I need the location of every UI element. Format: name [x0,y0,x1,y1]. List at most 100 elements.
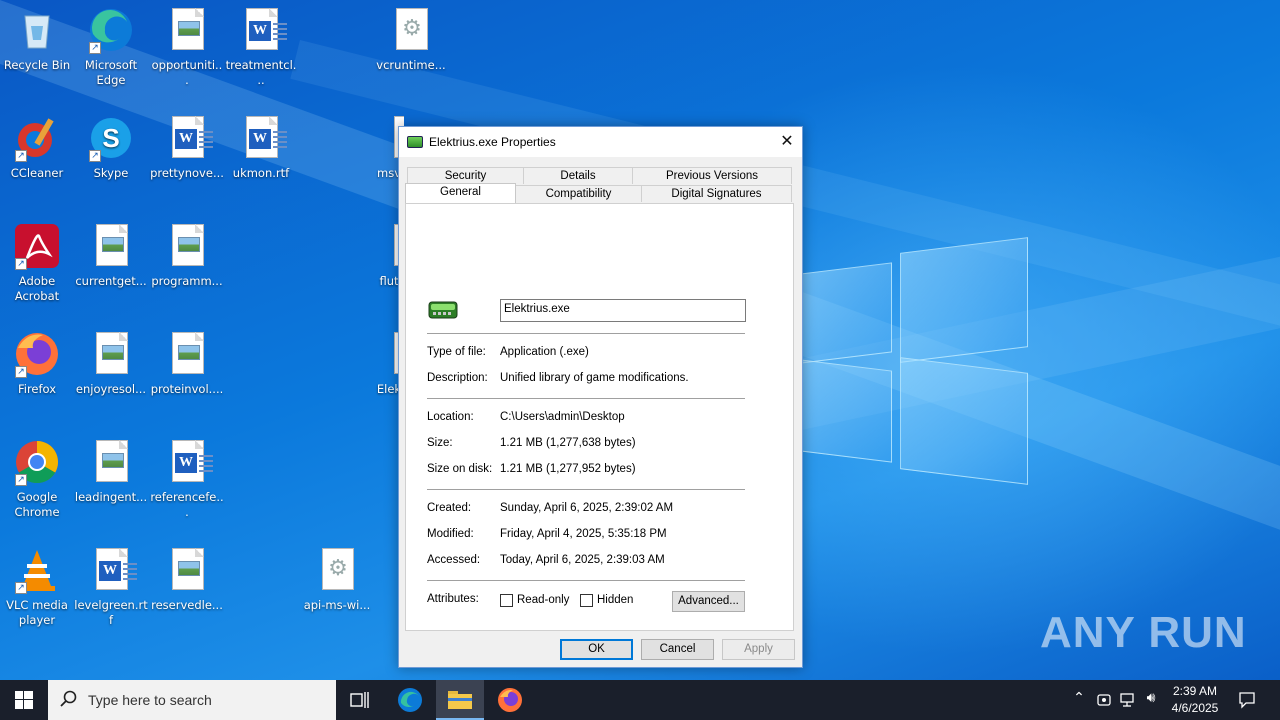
image-doc-icon [163,546,211,594]
ccleaner-icon: ↗ [13,114,61,162]
desktop-icon-label: Recycle Bin [3,58,71,72]
desktop-icon-label: Skype [93,166,129,180]
general-tab-panel: Elektrius.exe Type of file: Application … [405,203,794,631]
size-on-disk-label: Size on disk: [427,463,493,475]
desktop-icon-image-doc[interactable]: enjoyresol... [74,330,148,397]
separator [427,489,745,490]
image-doc-icon [163,6,211,54]
desktop-icon-word-doc[interactable]: Wreferencefe... [150,438,224,520]
cancel-button[interactable]: Cancel [641,639,714,660]
tab-digital-signatures[interactable]: Digital Signatures [641,185,792,202]
desktop-icon-label: Firefox [17,382,57,396]
type-of-file-value: Application (.exe) [500,346,589,358]
desktop-icon-image-doc[interactable]: leadingent... [74,438,148,505]
desktop-icon-edge[interactable]: ↗ Microsoft Edge [74,6,148,88]
desktop-icon-label: VLC media player [6,598,68,627]
file-name-field[interactable]: Elektrius.exe [500,299,746,322]
desktop-icon-label: prettynove... [150,166,224,180]
size-label: Size: [427,437,453,449]
start-button[interactable] [0,680,48,720]
desktop-icon-label: opportuniti... [151,58,223,87]
desktop-icon-system-file[interactable]: ⚙ vcruntime... [374,6,448,73]
desktop-icon-label: ukmon.rtf [232,166,290,180]
desktop-icon-label: leadingent... [74,490,148,504]
desktop-icon-word-doc[interactable]: Wukmon.rtf [224,114,298,181]
show-hidden-icons-chevron-icon[interactable]: ⌃ [1069,690,1089,706]
image-doc-icon [163,222,211,270]
word-doc-icon: W [237,6,287,54]
desktop-icon-word-doc[interactable]: Wtreatmentcl... [224,6,298,88]
taskbar-clock[interactable]: 2:39 AM 4/6/2025 [1166,683,1224,717]
attributes-label: Attributes: [427,593,479,605]
shortcut-arrow-icon: ↗ [15,366,27,378]
taskbar-edge[interactable] [386,680,434,720]
desktop-icon-image-doc[interactable]: currentget... [74,222,148,289]
image-doc-icon [163,330,211,378]
desktop-icon-word-doc[interactable]: Wprettynove... [150,114,224,181]
tab-security[interactable]: Security [407,167,524,184]
taskbar-file-explorer[interactable] [436,680,484,720]
modified-value: Friday, April 4, 2025, 5:35:18 PM [500,528,667,540]
desktop-icon-image-doc[interactable]: opportuniti... [150,6,224,88]
modified-label: Modified: [427,528,474,540]
desktop-icon-image-doc[interactable]: proteinvol.... [150,330,224,397]
desktop-icon-label: currentget... [75,274,147,288]
word-doc-icon: W [163,438,213,486]
desktop-icon-image-doc[interactable]: programm... [150,222,224,289]
notification-center-icon[interactable] [1238,691,1256,709]
word-doc-icon: W [237,114,287,162]
taskbar: Type here to search ⌃ 🔊︎ 2:39 AM 4/6/202… [0,680,1280,720]
desktop-icon-ccleaner[interactable]: ↗ CCleaner [0,114,74,181]
tab-compatibility[interactable]: Compatibility [515,185,642,202]
separator [427,398,745,399]
ok-button[interactable]: OK [560,639,633,660]
clock-time: 2:39 AM [1172,684,1218,698]
desktop-icon-word-doc[interactable]: Wlevelgreen.rtf [74,546,148,628]
advanced-button[interactable]: Advanced... [672,591,745,612]
readonly-label: Read-only [517,594,570,606]
desktop-icon-acrobat[interactable]: ↗ Adobe Acrobat [0,222,74,304]
dialog-titlebar[interactable]: Elektrius.exe Properties ✕ [399,127,802,157]
task-view-button[interactable] [336,680,384,720]
taskbar-firefox[interactable] [486,680,534,720]
location-value: C:\Users\admin\Desktop [500,411,625,423]
shortcut-arrow-icon: ↗ [15,150,27,162]
hidden-label: Hidden [597,594,634,606]
desktop-icon-label: enjoyresol... [75,382,147,396]
desktop-icon-label: levelgreen.rtf [74,598,148,627]
desktop-icon-recycle-bin[interactable]: Recycle Bin [0,6,74,73]
close-icon[interactable]: ✕ [772,127,802,157]
desktop-icon-system-file[interactable]: ⚙ api-ms-wi... [300,546,374,613]
search-icon [60,690,77,707]
vlc-icon: ↗ [13,546,61,594]
tab-general[interactable]: General [405,183,516,203]
network-icon[interactable] [1118,692,1136,708]
desktop-icon-vlc[interactable]: ↗ VLC media player [0,546,74,628]
readonly-checkbox[interactable] [500,594,513,607]
system-file-icon: ⚙ [313,546,361,594]
windows-logo-icon [15,691,33,709]
dialog-title: Elektrius.exe Properties [429,135,556,149]
desktop-icon-firefox[interactable]: ↗ Firefox [0,330,74,397]
taskbar-search-box[interactable]: Type here to search [48,680,336,720]
desktop-icon-label: Adobe Acrobat [14,274,60,303]
hidden-checkbox[interactable] [580,594,593,607]
desktop-icon-chrome[interactable]: ↗ Google Chrome [0,438,74,520]
desktop-icon-skype[interactable]: S ↗ Skype [74,114,148,181]
size-on-disk-value: 1.21 MB (1,277,952 bytes) [500,463,636,475]
skype-icon: S ↗ [87,114,135,162]
svg-text:S: S [102,123,119,153]
clock-date: 4/6/2025 [1171,701,1219,715]
file-properties-dialog: Elektrius.exe Properties ✕ Security Deta… [398,126,803,668]
tab-details[interactable]: Details [523,167,633,184]
shortcut-arrow-icon: ↗ [15,258,27,270]
tab-previous-versions[interactable]: Previous Versions [632,167,792,184]
task-view-icon [350,692,369,708]
volume-icon[interactable]: 🔊︎ [1141,690,1161,706]
apply-button[interactable]: Apply [722,639,795,660]
meet-now-icon[interactable] [1096,692,1112,708]
desktop-icon-image-doc[interactable]: reservedle... [150,546,224,613]
tab-digital-signatures-label: Digital Signatures [671,188,762,200]
word-doc-icon: W [163,114,213,162]
tab-details-label: Details [560,170,596,182]
